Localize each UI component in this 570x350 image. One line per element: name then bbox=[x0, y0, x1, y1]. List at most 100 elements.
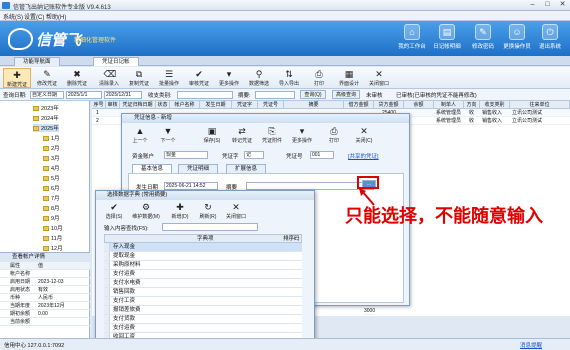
tree-node-month[interactable]: 7月 bbox=[43, 194, 60, 202]
more-operations-button[interactable]: ▾ 更多操作 bbox=[215, 68, 243, 88]
copy-voucher-button[interactable]: ⧉ 复制凭证 bbox=[125, 68, 153, 88]
list-item[interactable]: 支付运费 bbox=[104, 270, 302, 279]
maintain-data-button[interactable]: ⚙ 维护数据(M) bbox=[132, 201, 160, 221]
query-button[interactable]: 查询(Q) bbox=[300, 90, 326, 99]
list-item[interactable]: 提取现金 bbox=[104, 252, 302, 261]
tab-voucher-detail[interactable]: 凭证明细 bbox=[178, 164, 219, 173]
date-from-input[interactable]: 2025/1/1 bbox=[66, 91, 102, 99]
list-item[interactable]: 支付水电费 bbox=[104, 279, 302, 288]
column-header[interactable]: 审核 bbox=[106, 101, 120, 109]
nav-workbench-button[interactable]: ⌂ 我的工作台 bbox=[392, 24, 432, 54]
list-item[interactable]: 采购原材料 bbox=[104, 261, 302, 270]
message-reminder-link[interactable]: 消息提醒 bbox=[520, 341, 542, 349]
tree-node-year-selected[interactable]: 2025年 bbox=[33, 124, 59, 132]
edit-voucher-button[interactable]: ✎ 修改凭证 bbox=[33, 68, 61, 88]
next-button[interactable]: ▼ 下一个 bbox=[154, 125, 182, 145]
column-header[interactable]: 凭证归档日期 bbox=[120, 101, 156, 109]
tree-node-month[interactable]: 2月 bbox=[43, 144, 60, 152]
tree-node-month[interactable]: 3月 bbox=[43, 154, 60, 162]
nav-ledger-button[interactable]: ▤ 日记帐明细 bbox=[427, 24, 467, 54]
power-icon: ⏻ bbox=[542, 24, 558, 40]
date-range-select[interactable]: 自定义日期 bbox=[30, 91, 64, 99]
attachment-button[interactable]: ⎘ 凭证附件 bbox=[258, 125, 286, 145]
close-window-button[interactable]: ✕ 关闭窗口 bbox=[365, 68, 393, 88]
list-item[interactable]: 支付货款 bbox=[104, 315, 302, 324]
tree-node-month[interactable]: 8月 bbox=[43, 204, 60, 212]
column-header[interactable]: 帐户名称 bbox=[170, 101, 200, 109]
minimize-button[interactable]: – bbox=[527, 1, 538, 9]
batch-operation-button[interactable]: ☰ 批量操作 bbox=[155, 68, 183, 88]
menu-item-system[interactable]: 系统(S) bbox=[3, 12, 23, 21]
new-voucher-button[interactable]: ✚ 新建凭证 bbox=[3, 68, 31, 88]
summary-filter-input[interactable] bbox=[255, 91, 295, 99]
voucher-word-select[interactable]: 记 bbox=[244, 151, 264, 159]
list-item-selected[interactable]: 存入现金 bbox=[104, 243, 302, 252]
print-button[interactable]: ⎙ 打印 bbox=[320, 125, 348, 145]
data-filter-button[interactable]: ⚲ 数据筛选 bbox=[245, 68, 273, 88]
tree-node-month[interactable]: 9月 bbox=[43, 214, 60, 222]
account-prop-row: 启用状态 有效 bbox=[0, 286, 90, 294]
tab-extended-info[interactable]: 扩展信息 bbox=[226, 164, 267, 173]
menu-item-help[interactable]: 帮助(H) bbox=[46, 12, 66, 21]
menu-item-settings[interactable]: 设置(C) bbox=[24, 12, 44, 21]
audit-voucher-button[interactable]: ✔ 审核凭证 bbox=[185, 68, 213, 88]
layout-design-button[interactable]: ▦ 界面设计 bbox=[335, 68, 363, 88]
row-number: 2 bbox=[96, 118, 99, 125]
tree-node-month[interactable]: 11月 bbox=[43, 234, 62, 242]
column-header[interactable]: 余额 bbox=[404, 101, 434, 109]
date-to-input[interactable]: 2025/12/31 bbox=[104, 91, 142, 99]
chevron-down-icon: ▾ bbox=[226, 69, 232, 79]
date-input[interactable]: 2025-06-21 14:52 bbox=[164, 182, 218, 190]
save-button[interactable]: ▣ 保存(S) bbox=[198, 125, 226, 145]
add-item-button[interactable]: ✚ 新增(D) bbox=[166, 201, 194, 221]
column-header[interactable]: 贷方金额 bbox=[374, 101, 404, 109]
delete-voucher-button[interactable]: ✖ 删除凭证 bbox=[63, 68, 91, 88]
tree-node-year[interactable]: 2023年 bbox=[33, 104, 59, 112]
column-header[interactable]: 状态 bbox=[156, 101, 170, 109]
tree-node-month[interactable]: 10月 bbox=[43, 224, 63, 232]
tree-node-month[interactable]: 1月 bbox=[43, 134, 60, 142]
list-item[interactable]: 支付工资 bbox=[104, 297, 302, 306]
paperclip-icon: ⎘ bbox=[268, 126, 276, 136]
print-button[interactable]: ⎙ 打印 bbox=[305, 68, 333, 88]
select-button[interactable]: ✔ 选择(S) bbox=[100, 201, 128, 221]
account-select[interactable]: 现金 bbox=[164, 151, 208, 159]
column-header[interactable]: 凭证号 bbox=[258, 101, 284, 109]
column-header[interactable]: 凭证字 bbox=[232, 101, 258, 109]
tab-voucher-journal[interactable]: 凭证日记帐 bbox=[93, 57, 139, 66]
advanced-query-button[interactable]: 高级查询 bbox=[332, 90, 360, 99]
category-select[interactable] bbox=[177, 91, 233, 99]
refresh-button[interactable]: ↻ 刷新(R) bbox=[194, 201, 222, 221]
clear-entry-button[interactable]: ⌫ 清除录入 bbox=[95, 68, 123, 88]
import-export-button[interactable]: ⇅ 导入导出 bbox=[275, 68, 303, 88]
tree-node-month[interactable]: 12月 bbox=[43, 244, 63, 252]
shared-voucher-link[interactable]: [共享的凭证] bbox=[348, 152, 379, 160]
transfer-voucher-button[interactable]: ⇄ 转记凭证 bbox=[228, 125, 256, 145]
close-dialog-button[interactable]: ✕ 关闭(C) bbox=[350, 125, 378, 145]
tree-node-month[interactable]: 4月 bbox=[43, 164, 60, 172]
maximize-button[interactable]: □ bbox=[542, 1, 553, 9]
more-operations-button[interactable]: ▾ 更多操作 bbox=[288, 125, 316, 145]
column-header[interactable]: 制单人 bbox=[434, 101, 464, 109]
close-button[interactable]: ✕ bbox=[557, 1, 568, 9]
column-header[interactable]: 摘要 bbox=[284, 101, 344, 109]
column-header[interactable]: 借方金额 bbox=[344, 101, 374, 109]
column-header[interactable]: 往来单位 bbox=[510, 101, 570, 109]
list-item[interactable]: 报销差旅费 bbox=[104, 306, 302, 315]
column-header[interactable]: 收支类别 bbox=[480, 101, 510, 109]
tree-node-month[interactable]: 6月 bbox=[43, 184, 60, 192]
voucher-no-input[interactable]: 001 bbox=[310, 151, 334, 159]
column-header[interactable]: 发生日期 bbox=[200, 101, 232, 109]
column-header[interactable]: 方向 bbox=[464, 101, 480, 109]
tab-basic-info[interactable]: 基本信息 bbox=[132, 164, 173, 173]
previous-button[interactable]: ▲ 上一个 bbox=[126, 125, 154, 145]
tree-node-month[interactable]: 5月 bbox=[43, 174, 60, 182]
list-item[interactable]: 支付运费 bbox=[104, 324, 302, 333]
search-input[interactable] bbox=[162, 223, 258, 231]
column-header[interactable]: 序号 bbox=[92, 101, 106, 109]
list-item[interactable]: 销售回款 bbox=[104, 288, 302, 297]
close-window-button[interactable]: ✕ 关闭窗口 bbox=[222, 201, 250, 221]
tab-navigation[interactable]: 功能导航面 bbox=[14, 57, 60, 66]
tree-node-year[interactable]: 2024年 bbox=[33, 114, 59, 122]
nav-exit-button[interactable]: ⏻ 退出系统 bbox=[530, 24, 570, 54]
